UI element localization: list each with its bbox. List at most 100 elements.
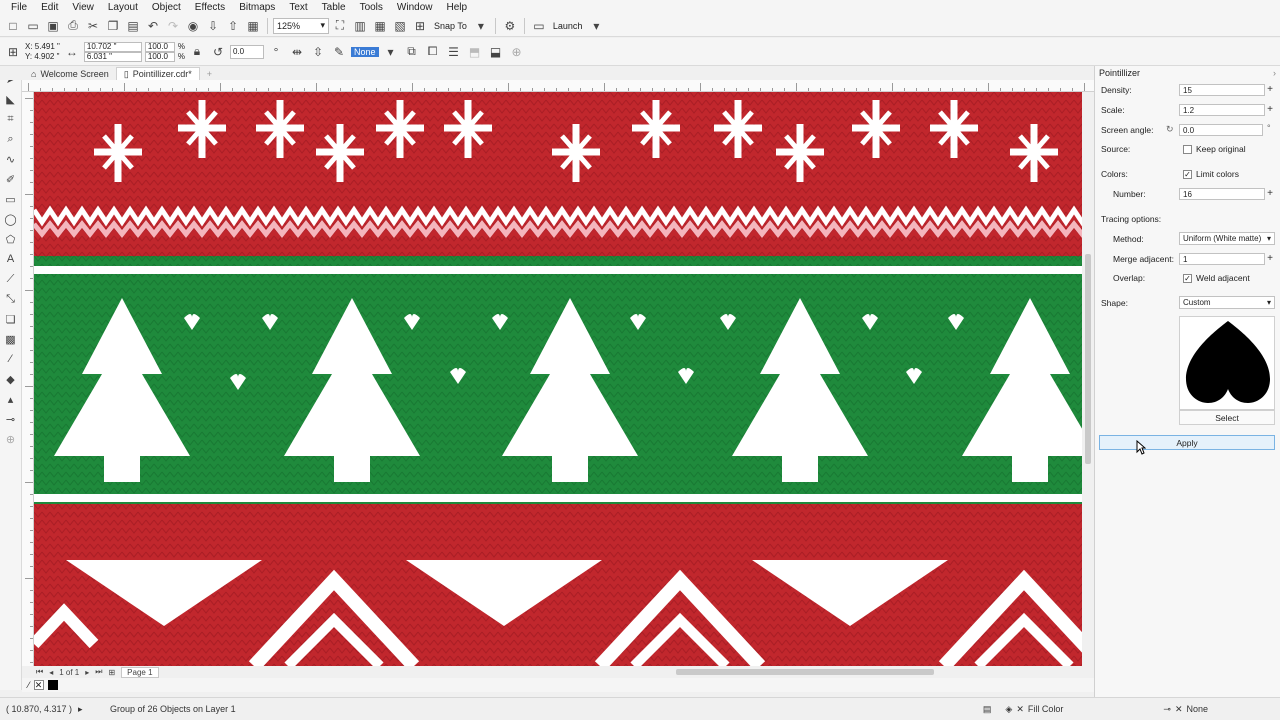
import-icon[interactable]: ⇩ [204, 17, 222, 35]
new-document-icon[interactable]: □ [4, 17, 22, 35]
rotation-field[interactable]: 0.0 [230, 44, 264, 59]
height-field[interactable]: 6.031 " [83, 51, 142, 62]
publish-pdf-icon[interactable]: ▦ [244, 17, 262, 35]
interactive-fill-icon[interactable]: ◆ [2, 370, 20, 388]
save-icon[interactable]: ▣ [44, 17, 62, 35]
gear-icon[interactable]: ⚙ [501, 17, 519, 35]
add-tool-icon[interactable]: ⊕ [2, 430, 20, 448]
align-icon[interactable]: ☰ [445, 43, 463, 61]
select-shape-button[interactable]: Select [1179, 410, 1275, 425]
show-guidelines-icon[interactable]: ▧ [391, 17, 409, 35]
menu-item-edit[interactable]: Edit [34, 2, 65, 13]
artistic-media-icon[interactable]: ✐ [2, 170, 20, 188]
mirror-vertical-icon[interactable]: ⇳ [309, 43, 327, 61]
scale-increment-icon[interactable]: + [1265, 104, 1275, 116]
outline-pen-tool-icon[interactable]: ⊸ [2, 410, 20, 428]
shape-select[interactable]: Custom ▾ [1179, 296, 1275, 309]
launch-button[interactable]: Launch [550, 21, 586, 31]
scale-y-field[interactable]: 100.0 [144, 51, 175, 62]
menu-item-layout[interactable]: Layout [101, 2, 145, 13]
next-page-icon[interactable]: ▸ [85, 668, 89, 677]
vertical-ruler[interactable] [22, 92, 34, 666]
y-field[interactable]: Y: 4.902 " [25, 52, 60, 62]
black-swatch[interactable] [47, 680, 58, 690]
previous-page-icon[interactable]: ◂ [49, 668, 53, 677]
zoom-tool-icon[interactable]: ⌕ [2, 130, 20, 148]
copy-icon[interactable]: ❐ [104, 17, 122, 35]
menu-item-file[interactable]: File [4, 2, 34, 13]
menu-item-help[interactable]: Help [440, 2, 475, 13]
ungroup-icon[interactable]: ⧠ [424, 43, 442, 61]
horizontal-ruler[interactable] [22, 80, 1094, 92]
fill-swatch-none[interactable]: ✕ [1016, 704, 1024, 715]
last-page-icon[interactable]: ⏭ [95, 667, 102, 677]
outline-swatch-none[interactable]: ✕ [1175, 704, 1183, 715]
open-folder-icon[interactable]: ▭ [24, 17, 42, 35]
merge-increment-icon[interactable]: + [1265, 253, 1275, 265]
show-grid-icon[interactable]: ▦ [371, 17, 389, 35]
menu-item-tools[interactable]: Tools [353, 2, 390, 13]
page-tab[interactable]: Page 1 [121, 666, 159, 678]
cut-icon[interactable]: ✂ [84, 17, 102, 35]
zoom-select[interactable]: 125% ▾ [273, 17, 329, 34]
print-icon[interactable]: ⎙ [64, 17, 82, 35]
sweater-pattern-artwork[interactable] [34, 92, 1082, 666]
lock-ratio-icon[interactable]: 🔒︎ [188, 43, 206, 61]
add-icon[interactable]: ⊕ [508, 43, 526, 61]
outline-width-select[interactable]: None [351, 46, 379, 57]
shape-tool-icon[interactable]: ◣ [2, 90, 20, 108]
to-front-icon[interactable]: ⬒ [466, 43, 484, 61]
launch-icon[interactable]: ▭ [530, 17, 548, 35]
weld-adjacent-checkbox[interactable]: ✓ [1183, 273, 1192, 283]
no-color-swatch[interactable]: ✕ [33, 680, 44, 690]
eyedropper-tool-icon[interactable]: ⁄ [2, 350, 20, 368]
group-icon[interactable]: ⧉ [403, 43, 421, 61]
limit-colors-checkbox[interactable]: ✓ [1183, 169, 1192, 179]
scale-x-field[interactable]: 100.0 [144, 41, 175, 52]
parallel-dimension-icon[interactable]: ⟋ [2, 270, 20, 288]
screen-angle-field[interactable]: 0.0 [1179, 124, 1263, 136]
redo-icon[interactable]: ↷ [164, 17, 182, 35]
chevron-down-icon[interactable]: ▾ [472, 17, 490, 35]
mirror-horizontal-icon[interactable]: ⇹ [288, 43, 306, 61]
number-field[interactable]: 16 [1179, 188, 1265, 200]
full-screen-icon[interactable]: ⛶ [331, 17, 349, 35]
polygon-tool-icon[interactable]: ⬠ [2, 230, 20, 248]
menu-item-effects[interactable]: Effects [188, 2, 232, 13]
apply-button[interactable]: Apply [1099, 435, 1275, 450]
play-icon[interactable]: ▸ [78, 704, 110, 715]
scroll-thumb[interactable] [1085, 254, 1091, 464]
merge-adjacent-field[interactable]: 1 [1179, 253, 1265, 265]
freehand-tool-icon[interactable]: ∿ [2, 150, 20, 168]
docker-menu-icon[interactable]: › [1273, 68, 1276, 78]
first-page-icon[interactable]: ⏮ [36, 667, 43, 677]
tab-welcome-screen[interactable]: ⌂ Welcome Screen [24, 67, 116, 80]
snap-to-button[interactable]: Snap To [431, 21, 470, 31]
keep-original-checkbox[interactable] [1183, 144, 1192, 154]
new-tab-button[interactable]: + [200, 67, 219, 80]
undo-icon[interactable]: ↶ [144, 17, 162, 35]
scroll-thumb[interactable] [676, 669, 934, 675]
snap-icon[interactable]: ⊞ [411, 17, 429, 35]
scale-field[interactable]: 1.2 [1179, 104, 1265, 116]
density-field[interactable]: 15 [1179, 84, 1265, 96]
text-tool-icon[interactable]: A [2, 250, 20, 268]
transparency-tool-icon[interactable]: ▩ [2, 330, 20, 348]
search-content-icon[interactable]: ◉ [184, 17, 202, 35]
show-rulers-icon[interactable]: ▥ [351, 17, 369, 35]
tab-pointillizer-document[interactable]: ▯ Pointillizer.cdr* [115, 67, 200, 80]
menu-item-text[interactable]: Text [282, 2, 314, 13]
color-proof-icon[interactable]: ▤ [983, 704, 992, 715]
paste-icon[interactable]: ▤ [124, 17, 142, 35]
crop-tool-icon[interactable]: ⌗ [2, 110, 20, 128]
x-field[interactable]: X: 5.491 " [25, 42, 60, 52]
to-back-icon[interactable]: ⬓ [487, 43, 505, 61]
menu-item-object[interactable]: Object [145, 2, 188, 13]
ellipse-tool-icon[interactable]: ◯ [2, 210, 20, 228]
drawing-canvas[interactable] [34, 92, 1082, 666]
eyedropper-icon[interactable]: ⁄ [28, 680, 30, 690]
method-select[interactable]: Uniform (White matte) ▾ [1179, 232, 1275, 245]
density-increment-icon[interactable]: + [1265, 84, 1275, 96]
menu-item-window[interactable]: Window [390, 2, 440, 13]
chevron-down-icon[interactable]: ▾ [587, 17, 605, 35]
